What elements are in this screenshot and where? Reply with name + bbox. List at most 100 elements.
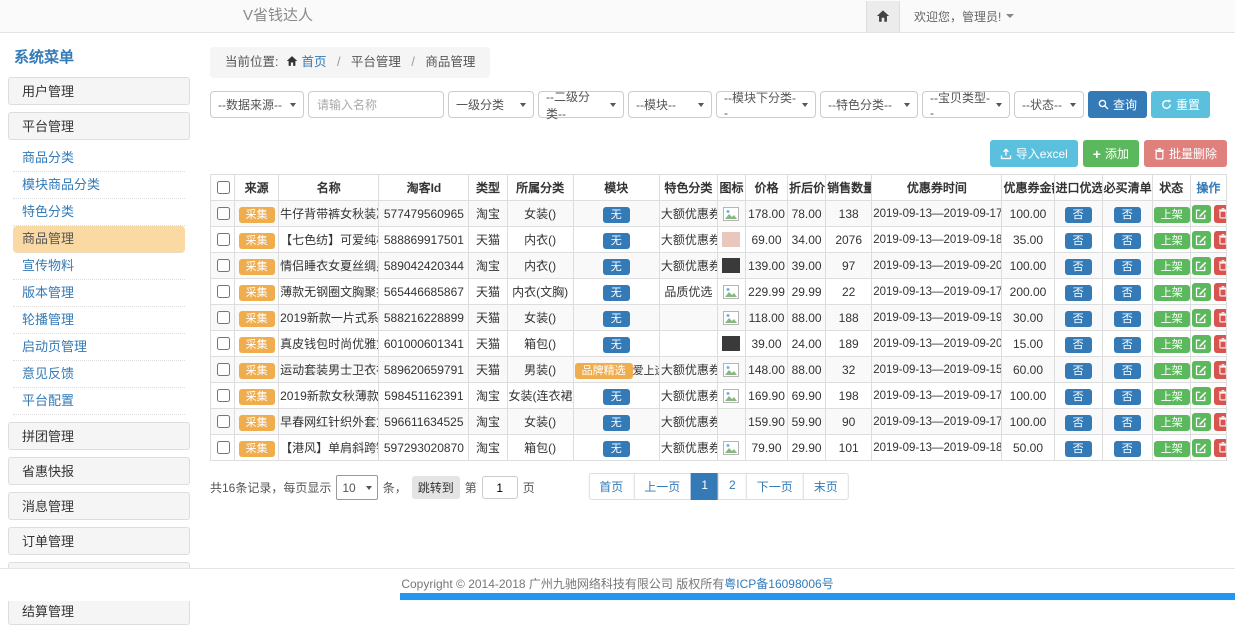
name-search-input[interactable] [308, 91, 444, 118]
must-buy-toggle[interactable]: 否 [1114, 363, 1141, 379]
page-button[interactable]: 2 [718, 473, 747, 500]
filter-select[interactable]: --模块下分类-- [716, 91, 816, 118]
per-page-select[interactable]: 10 [336, 475, 377, 500]
sidebar-item[interactable]: 订单管理 [8, 527, 190, 555]
breadcrumb-home-link[interactable]: 首页 [301, 55, 326, 69]
status-button[interactable]: 上架 [1154, 389, 1190, 405]
row-checkbox[interactable] [217, 259, 230, 272]
row-checkbox[interactable] [217, 311, 230, 324]
sidebar-subitem[interactable]: 平台配置 [13, 388, 185, 415]
row-checkbox[interactable] [217, 441, 230, 454]
jump-button[interactable]: 跳转到 [412, 476, 460, 499]
edit-button[interactable] [1192, 205, 1211, 223]
user-menu[interactable]: 欢迎您，管理员! [914, 8, 1014, 25]
must-buy-toggle[interactable]: 否 [1114, 207, 1141, 223]
page-button[interactable]: 1 [690, 473, 719, 500]
row-checkbox[interactable] [217, 233, 230, 246]
sidebar-subitem[interactable]: 商品分类 [13, 145, 185, 172]
row-checkbox[interactable] [217, 207, 230, 220]
import-choice-toggle[interactable]: 否 [1065, 337, 1092, 353]
import-choice-toggle[interactable]: 否 [1065, 311, 1092, 327]
page-button[interactable]: 末页 [803, 473, 849, 500]
status-button[interactable]: 上架 [1154, 259, 1190, 275]
filter-select[interactable]: --特色分类-- [820, 91, 918, 118]
must-buy-toggle[interactable]: 否 [1114, 415, 1141, 431]
module-badge[interactable]: 品牌精选 [575, 363, 633, 379]
import-choice-toggle[interactable]: 否 [1065, 363, 1092, 379]
delete-button[interactable] [1214, 361, 1227, 379]
module-badge[interactable]: 无 [603, 311, 630, 327]
import-choice-toggle[interactable]: 否 [1065, 207, 1092, 223]
batch-delete-button[interactable]: 批量删除 [1144, 140, 1227, 167]
sidebar-subitem[interactable]: 版本管理 [13, 280, 185, 307]
module-badge[interactable]: 无 [603, 285, 630, 301]
delete-button[interactable] [1214, 387, 1227, 405]
import-excel-button[interactable]: 导入excel [990, 140, 1078, 167]
module-badge[interactable]: 无 [603, 207, 630, 223]
must-buy-toggle[interactable]: 否 [1114, 337, 1141, 353]
home-button[interactable] [866, 1, 900, 32]
filter-select[interactable]: --宝贝类型-- [922, 91, 1010, 118]
search-button[interactable]: 查询 [1088, 91, 1147, 118]
delete-button[interactable] [1214, 335, 1227, 353]
must-buy-toggle[interactable]: 否 [1114, 259, 1141, 275]
status-button[interactable]: 上架 [1154, 337, 1190, 353]
select-all-checkbox[interactable] [217, 181, 230, 194]
edit-button[interactable] [1192, 439, 1211, 457]
delete-button[interactable] [1214, 439, 1227, 457]
delete-button[interactable] [1214, 205, 1227, 223]
delete-button[interactable] [1214, 257, 1227, 275]
status-button[interactable]: 上架 [1154, 441, 1190, 457]
delete-button[interactable] [1214, 283, 1227, 301]
sidebar-item[interactable]: 拼团管理 [8, 422, 190, 450]
edit-button[interactable] [1192, 283, 1211, 301]
filter-select[interactable]: --状态-- [1014, 91, 1084, 118]
status-button[interactable]: 上架 [1154, 207, 1190, 223]
page-button[interactable]: 下一页 [746, 473, 804, 500]
must-buy-toggle[interactable]: 否 [1114, 285, 1141, 301]
import-choice-toggle[interactable]: 否 [1065, 285, 1092, 301]
status-button[interactable]: 上架 [1154, 233, 1190, 249]
status-button[interactable]: 上架 [1154, 311, 1190, 327]
import-choice-toggle[interactable]: 否 [1065, 389, 1092, 405]
row-checkbox[interactable] [217, 285, 230, 298]
row-checkbox[interactable] [217, 415, 230, 428]
edit-button[interactable] [1192, 413, 1211, 431]
filter-select[interactable]: --数据来源-- [210, 91, 304, 118]
sidebar-item-user-management[interactable]: 用户管理 [8, 77, 190, 105]
icp-link[interactable]: 粤ICP备16098006号 [724, 577, 833, 591]
must-buy-toggle[interactable]: 否 [1114, 389, 1141, 405]
sidebar-subitem[interactable]: 模块商品分类 [13, 172, 185, 199]
row-checkbox[interactable] [217, 337, 230, 350]
add-button[interactable]: + 添加 [1083, 140, 1139, 167]
sidebar-subitem[interactable]: 宣传物料 [13, 253, 185, 280]
sidebar-subitem[interactable]: 启动页管理 [13, 334, 185, 361]
reset-button[interactable]: 重置 [1151, 91, 1210, 118]
edit-button[interactable] [1192, 309, 1211, 327]
edit-button[interactable] [1192, 387, 1211, 405]
delete-button[interactable] [1214, 309, 1227, 327]
row-checkbox[interactable] [217, 363, 230, 376]
import-choice-toggle[interactable]: 否 [1065, 441, 1092, 457]
status-button[interactable]: 上架 [1154, 285, 1190, 301]
module-badge[interactable]: 无 [603, 337, 630, 353]
page-button[interactable]: 上一页 [633, 473, 691, 500]
edit-button[interactable] [1192, 335, 1211, 353]
edit-button[interactable] [1192, 361, 1211, 379]
module-badge[interactable]: 无 [603, 415, 630, 431]
sidebar-subitem[interactable]: 商品管理 [13, 226, 185, 253]
page-button[interactable]: 首页 [588, 473, 634, 500]
jump-page-input[interactable] [482, 476, 518, 499]
sidebar-item[interactable]: 消息管理 [8, 492, 190, 520]
delete-button[interactable] [1214, 231, 1227, 249]
sidebar-subitem[interactable]: 意见反馈 [13, 361, 185, 388]
module-badge[interactable]: 无 [603, 441, 630, 457]
module-badge[interactable]: 无 [603, 233, 630, 249]
must-buy-toggle[interactable]: 否 [1114, 233, 1141, 249]
must-buy-toggle[interactable]: 否 [1114, 441, 1141, 457]
sidebar-item[interactable]: 省惠快报 [8, 457, 190, 485]
import-choice-toggle[interactable]: 否 [1065, 415, 1092, 431]
edit-button[interactable] [1192, 257, 1211, 275]
edit-button[interactable] [1192, 231, 1211, 249]
row-checkbox[interactable] [217, 389, 230, 402]
